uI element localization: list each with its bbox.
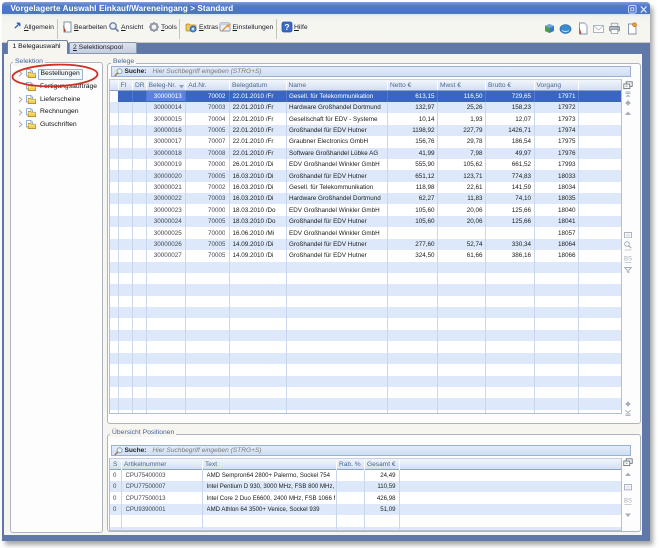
svg-text:BS: BS xyxy=(624,499,632,505)
svg-text:BS: BS xyxy=(624,257,632,263)
svg-text:?: ? xyxy=(284,22,289,32)
